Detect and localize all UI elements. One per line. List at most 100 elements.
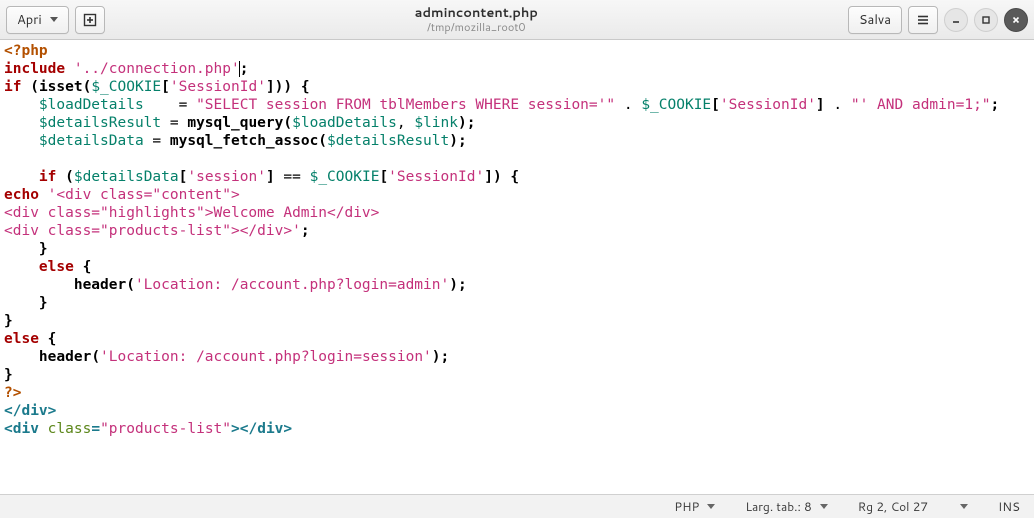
code-token: div xyxy=(21,403,47,419)
maximize-button[interactable] xyxy=(974,8,998,32)
code-token: ( xyxy=(21,79,38,95)
code-token: echo xyxy=(4,187,39,203)
code-token: 'Location: /account.php?login=session' xyxy=(100,349,432,365)
status-cursor-label: Rg 2, Col 27 xyxy=(858,498,928,515)
status-insert-mode[interactable]: INS xyxy=(998,498,1020,515)
code-token: $detailsData xyxy=(74,169,179,185)
open-label: Apri xyxy=(17,11,42,29)
code-token: { xyxy=(74,259,91,275)
code-token: '<div class="content"> xyxy=(48,187,240,203)
hamburger-menu-button[interactable] xyxy=(908,6,938,34)
chevron-down-icon xyxy=(50,17,58,22)
code-token: ; xyxy=(991,97,1000,113)
code-token: , xyxy=(397,115,414,131)
code-token: 'SessionId' xyxy=(170,79,266,95)
code-token: $loadDetails xyxy=(292,115,397,131)
save-button[interactable]: Salva xyxy=(848,6,902,34)
code-token: = xyxy=(161,115,187,131)
code-token: ] xyxy=(266,79,275,95)
code-token: { xyxy=(39,331,56,347)
new-document-icon xyxy=(83,13,97,27)
code-token: ( xyxy=(283,115,292,131)
code-token: </ xyxy=(240,421,257,437)
code-token: ); xyxy=(432,349,449,365)
code-token: < xyxy=(4,421,13,437)
close-icon xyxy=(1011,15,1021,25)
status-more[interactable] xyxy=(958,504,968,509)
code-token: mysql_query xyxy=(187,115,283,131)
code-token: 'Location: /account.php?login=admin' xyxy=(135,277,449,293)
open-button[interactable]: Apri xyxy=(6,6,69,34)
code-token: $_COOKIE xyxy=(91,79,161,95)
code-token xyxy=(39,421,48,437)
code-token: "' AND admin=1;" xyxy=(851,97,991,113)
chevron-down-icon xyxy=(707,504,715,509)
header-right: Salva xyxy=(848,6,1028,34)
code-token: 'session' xyxy=(187,169,266,185)
code-token: > xyxy=(283,421,292,437)
code-token: $_COOKIE xyxy=(310,169,380,185)
code-editor[interactable]: <?php include '../connection.php'; if (i… xyxy=(0,40,1034,494)
code-token: } xyxy=(4,367,13,383)
code-token: > xyxy=(231,421,240,437)
code-token: ) { xyxy=(493,169,519,185)
chevron-down-icon xyxy=(820,504,828,509)
code-token: } xyxy=(4,241,48,257)
code-token: [ xyxy=(379,169,388,185)
code-token: else xyxy=(4,259,74,275)
code-token: ?> xyxy=(4,385,21,401)
code-token: ; xyxy=(301,223,310,239)
status-tabwidth[interactable]: Larg. tab.: 8 xyxy=(745,498,827,515)
code-token: div xyxy=(257,421,283,437)
code-token: ] xyxy=(484,169,493,185)
code-token: ; xyxy=(240,61,249,77)
code-token: <div class="products-list"></div>' xyxy=(4,223,301,239)
header-left: Apri xyxy=(6,6,105,34)
code-token: = xyxy=(144,97,196,113)
code-token: $loadDetails xyxy=(39,97,144,113)
window-subtitle: /tmp/mozilla_root0 xyxy=(427,21,526,34)
code-token: [ xyxy=(161,79,170,95)
code-token: ] xyxy=(816,97,825,113)
maximize-icon xyxy=(981,15,991,25)
code-token: $detailsData xyxy=(39,133,144,149)
code-token: . xyxy=(615,97,641,113)
code-token: ); xyxy=(458,115,475,131)
code-token: 'SessionId' xyxy=(720,97,816,113)
code-token: if xyxy=(4,79,21,95)
code-token: > xyxy=(48,403,57,419)
minimize-icon xyxy=(951,15,961,25)
new-tab-button[interactable] xyxy=(75,6,105,34)
code-token: <div class="highlights">Welcome Admin</d… xyxy=(4,205,379,221)
code-token: 'SessionId' xyxy=(388,169,484,185)
code-token: header xyxy=(4,277,126,293)
code-token: "products-list" xyxy=(100,421,231,437)
code-token: $link xyxy=(414,115,458,131)
code-token: == xyxy=(275,169,310,185)
code-token: = xyxy=(91,421,100,437)
code-token: class xyxy=(48,421,92,437)
code-token: ); xyxy=(449,277,466,293)
minimize-button[interactable] xyxy=(944,8,968,32)
code-token: '../connection.php' xyxy=(74,61,240,77)
code-token: div xyxy=(13,421,39,437)
code-token: $_COOKIE xyxy=(641,97,711,113)
status-mode-label: INS xyxy=(998,498,1020,515)
status-language-label: PHP xyxy=(674,498,699,515)
code-token: ( xyxy=(126,277,135,293)
code-token: ( xyxy=(56,169,73,185)
code-token: ( xyxy=(91,349,100,365)
code-token: if xyxy=(39,169,56,185)
code-token: ] xyxy=(266,169,275,185)
code-token: <?php xyxy=(4,43,48,59)
code-token: $detailsResult xyxy=(39,115,161,131)
status-tabwidth-label: Larg. tab.: 8 xyxy=(745,498,811,515)
status-language[interactable]: PHP xyxy=(674,498,715,515)
code-token: } xyxy=(4,295,48,311)
code-token: $detailsResult xyxy=(327,133,449,149)
close-button[interactable] xyxy=(1004,8,1028,32)
code-token: [ xyxy=(711,97,720,113)
code-token: isset xyxy=(39,79,83,95)
header-bar: Apri admincontent.php /tmp/mozilla_root0… xyxy=(0,0,1034,40)
status-cursor: Rg 2, Col 27 xyxy=(858,498,928,515)
